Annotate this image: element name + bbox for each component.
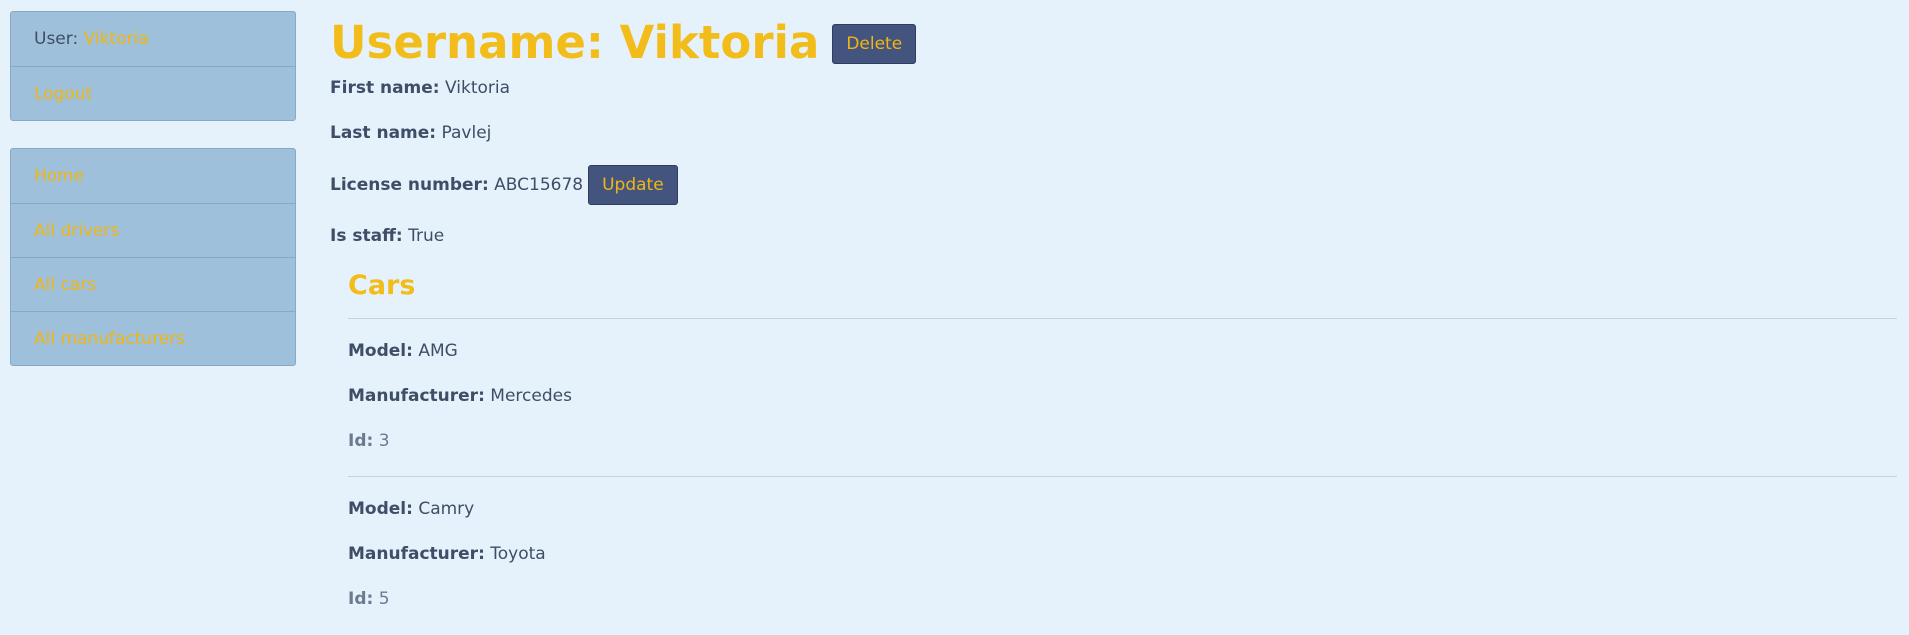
license-label: License number: xyxy=(330,175,489,195)
first-name-field: First name: Viktoria xyxy=(330,78,510,98)
car-model-label: Model: xyxy=(348,499,413,519)
first-name-value: Viktoria xyxy=(445,78,511,98)
car-id-label: Id: xyxy=(348,589,374,609)
car-id-value: 3 xyxy=(378,431,390,451)
nav-link-all-manufacturers[interactable]: All manufacturers xyxy=(34,329,185,349)
logout-link[interactable]: Logout xyxy=(34,84,92,104)
car-model-field: Model: AMG xyxy=(348,341,1897,386)
nav-item-all-cars[interactable]: All cars xyxy=(11,257,295,311)
navigation-panel: Home All drivers All cars All manufactur… xyxy=(10,148,296,366)
update-button[interactable]: Update xyxy=(588,165,678,205)
first-name-label: First name: xyxy=(330,78,440,98)
car-manufacturer-value: Mercedes xyxy=(490,386,572,406)
user-name-link[interactable]: Viktoria xyxy=(84,29,149,49)
nav-item-all-drivers[interactable]: All drivers xyxy=(11,203,295,257)
car-manufacturer-label: Manufacturer: xyxy=(348,544,485,564)
nav-link-all-drivers[interactable]: All drivers xyxy=(34,221,119,241)
car-manufacturer-field: Manufacturer: Toyota xyxy=(348,544,1897,589)
page-title: Username: Viktoria xyxy=(330,15,820,69)
nav-item-home[interactable]: Home xyxy=(11,149,295,203)
car-manufacturer-field: Manufacturer: Mercedes xyxy=(348,386,1897,431)
cars-section: Cars Model: AMG Manufacturer: Mercedes I… xyxy=(348,270,1897,634)
nav-link-home[interactable]: Home xyxy=(34,166,84,186)
last-name-field: Last name: Pavlej xyxy=(330,123,491,143)
car-id-field: Id: 5 xyxy=(348,589,1897,634)
staff-label: Is staff: xyxy=(330,226,403,246)
nav-item-all-manufacturers[interactable]: All manufacturers xyxy=(11,311,295,365)
car-manufacturer-label: Manufacturer: xyxy=(348,386,485,406)
cars-title: Cars xyxy=(348,270,416,301)
driver-detail: Username: Viktoria Delete First name: Vi… xyxy=(330,0,1897,609)
user-label: User: xyxy=(34,29,79,49)
car-model-field: Model: Camry xyxy=(348,499,1897,544)
user-panel: User: Viktoria Logout xyxy=(10,11,296,121)
sidebar: User: Viktoria Logout Home All drivers A… xyxy=(10,11,296,366)
car-id-value: 5 xyxy=(378,589,390,609)
car-item: Model: AMG Manufacturer: Mercedes Id: 3 xyxy=(348,319,1897,477)
staff-value: True xyxy=(408,226,445,246)
nav-link-all-cars[interactable]: All cars xyxy=(34,275,96,295)
title-row: Username: Viktoria Delete xyxy=(330,14,1897,70)
car-model-value: Camry xyxy=(418,499,475,519)
logout-item[interactable]: Logout xyxy=(11,66,295,120)
current-user: User: Viktoria xyxy=(11,12,295,66)
car-model-label: Model: xyxy=(348,341,413,361)
license-value: ABC15678 xyxy=(494,175,584,195)
staff-field: Is staff: True xyxy=(330,226,444,246)
last-name-value: Pavlej xyxy=(441,123,492,143)
license-field: License number: ABC15678 Update xyxy=(330,165,678,205)
car-manufacturer-value: Toyota xyxy=(490,544,546,564)
car-item: Model: Camry Manufacturer: Toyota Id: 5 xyxy=(348,477,1897,634)
delete-button[interactable]: Delete xyxy=(832,24,917,64)
last-name-label: Last name: xyxy=(330,123,437,143)
car-id-label: Id: xyxy=(348,431,374,451)
car-model-value: AMG xyxy=(418,341,458,361)
car-id-field: Id: 3 xyxy=(348,431,1897,476)
